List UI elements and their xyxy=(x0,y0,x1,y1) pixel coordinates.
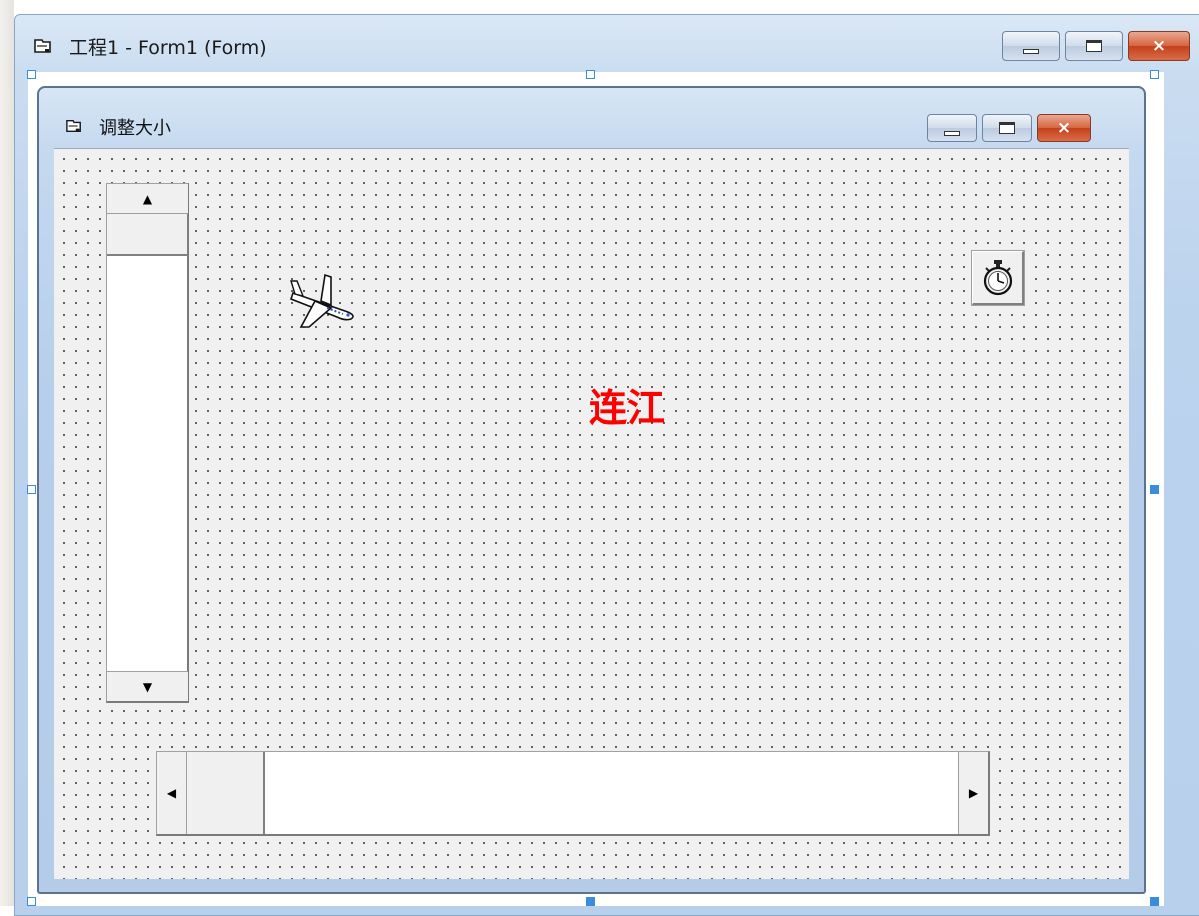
form1-close-button[interactable]: × xyxy=(1037,114,1091,142)
minimize-icon xyxy=(944,130,960,136)
maximize-icon xyxy=(1086,40,1102,52)
resize-handle-right[interactable] xyxy=(1150,485,1159,494)
hscroll-thumb[interactable] xyxy=(187,752,265,834)
form1-caption: 调整大小 xyxy=(99,118,171,139)
maximize-icon xyxy=(999,122,1015,134)
desktop-strip xyxy=(0,0,14,906)
arrow-up-icon: ▲ xyxy=(142,191,153,206)
designer-maximize-button[interactable] xyxy=(1065,31,1123,61)
resize-handle-top-left[interactable] xyxy=(27,70,36,79)
form1-caption-buttons: × xyxy=(927,114,1091,142)
scroll-right-button[interactable]: ▶ xyxy=(958,752,988,834)
close-icon: × xyxy=(1056,117,1072,138)
scroll-left-button[interactable]: ◀ xyxy=(157,752,187,834)
airplane-icon[interactable] xyxy=(287,271,361,337)
timer-control[interactable] xyxy=(971,250,1025,306)
designer-minimize-button[interactable] xyxy=(1002,31,1060,61)
resize-handle-top[interactable] xyxy=(586,70,595,79)
designer-close-button[interactable]: × xyxy=(1128,31,1190,61)
scroll-down-button[interactable]: ▼ xyxy=(107,671,188,701)
designer-title: 工程1 - Form1 (Form) xyxy=(69,37,267,59)
resize-handle-bottom-right[interactable] xyxy=(1150,897,1159,906)
designer-title-bar[interactable]: 工程1 - Form1 (Form) × xyxy=(15,15,1199,73)
stopwatch-icon xyxy=(983,259,1012,295)
form1-client-area[interactable]: ▲ ▼ 连江 ◀ ▶ xyxy=(54,148,1129,879)
resize-handle-left[interactable] xyxy=(27,485,36,494)
arrow-right-icon: ▶ xyxy=(968,786,979,800)
arrow-left-icon: ◀ xyxy=(166,786,177,800)
form1-maximize-button[interactable] xyxy=(982,114,1032,142)
designer-caption-buttons: × xyxy=(1002,31,1190,61)
minimize-icon xyxy=(1023,48,1039,54)
resize-handle-bottom[interactable] xyxy=(586,897,595,906)
resize-handle-bottom-left[interactable] xyxy=(27,897,36,906)
arrow-down-icon: ▼ xyxy=(142,679,153,694)
form-icon xyxy=(65,118,83,138)
form-icon xyxy=(33,37,53,59)
form1-minimize-button[interactable] xyxy=(927,114,977,142)
form1-window[interactable]: 调整大小 × ▲ ▼ 连江 ◀ ▶ xyxy=(37,86,1146,894)
close-icon: × xyxy=(1151,35,1167,56)
caption-label[interactable]: 连江 xyxy=(589,377,665,432)
horizontal-scrollbar[interactable]: ◀ ▶ xyxy=(156,751,990,836)
vertical-scrollbar[interactable]: ▲ ▼ xyxy=(106,183,189,703)
resize-handle-top-right[interactable] xyxy=(1150,70,1159,79)
vscroll-thumb[interactable] xyxy=(107,214,188,256)
scroll-up-button[interactable]: ▲ xyxy=(107,184,188,214)
